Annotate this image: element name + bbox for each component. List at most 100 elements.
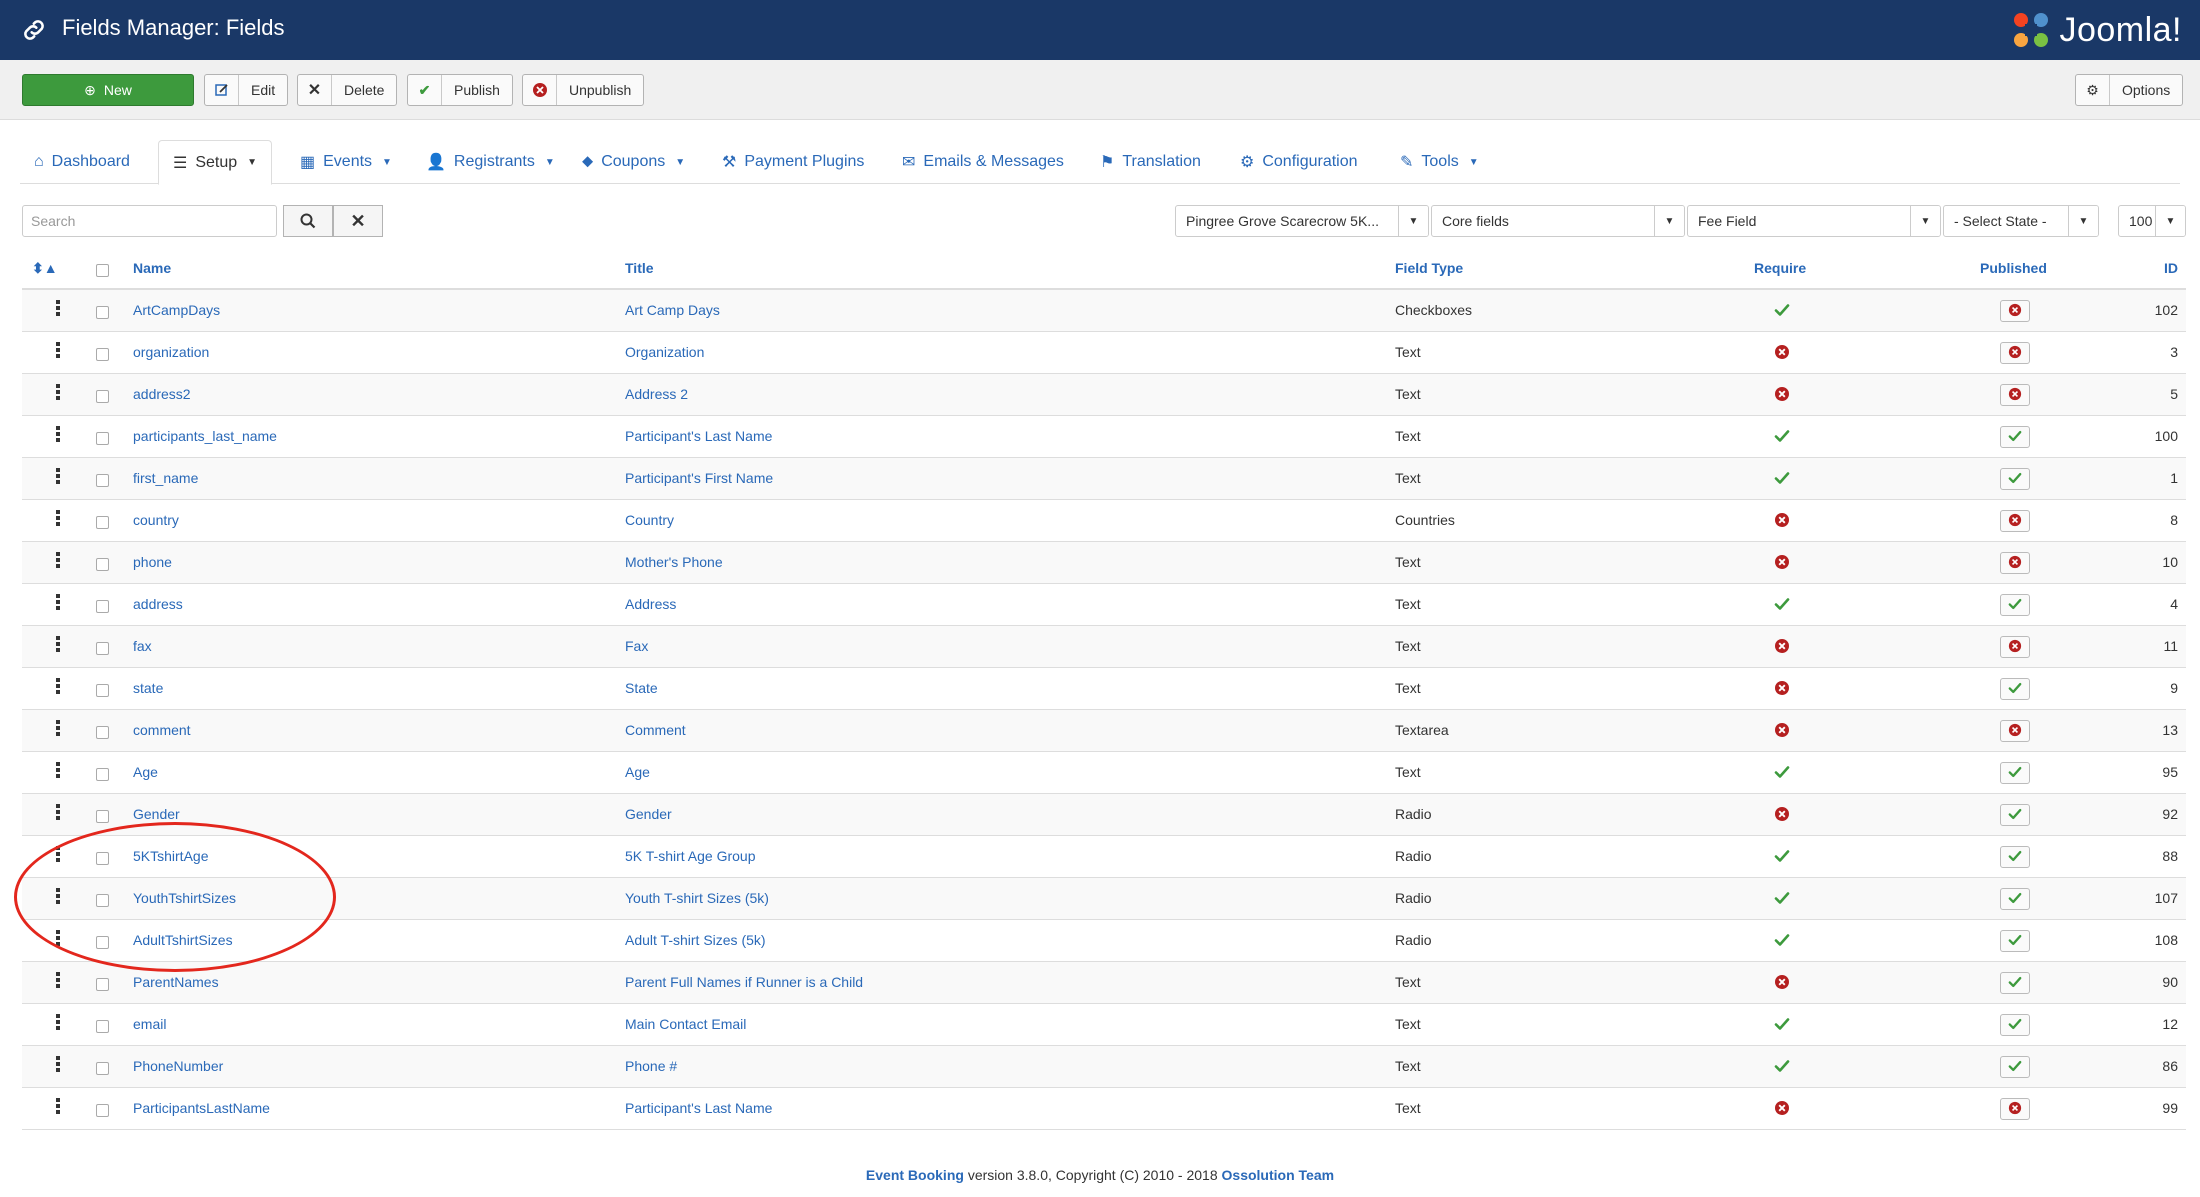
row-checkbox[interactable] bbox=[96, 390, 109, 403]
nav-registrants[interactable]: 👤 Registrants ▼ bbox=[412, 140, 569, 184]
field-title-link[interactable]: Address 2 bbox=[625, 386, 688, 402]
row-checkbox[interactable] bbox=[96, 1020, 109, 1033]
state-filter-select[interactable]: - Select State - ▼ bbox=[1943, 205, 2099, 237]
row-checkbox[interactable] bbox=[96, 936, 109, 949]
required-check-icon[interactable] bbox=[1774, 428, 1790, 444]
field-title-link[interactable]: Country bbox=[625, 512, 674, 528]
row-checkbox[interactable] bbox=[96, 642, 109, 655]
published-toggle[interactable] bbox=[2000, 930, 2030, 952]
field-name-link[interactable]: comment bbox=[133, 722, 191, 738]
field-name-link[interactable]: participants_last_name bbox=[133, 428, 277, 444]
field-title-link[interactable]: Youth T-shirt Sizes (5k) bbox=[625, 890, 769, 906]
search-button[interactable] bbox=[283, 205, 333, 237]
row-checkbox[interactable] bbox=[96, 1062, 109, 1075]
nav-configuration[interactable]: ⚙ Configuration bbox=[1226, 140, 1372, 184]
published-toggle[interactable] bbox=[2000, 468, 2030, 490]
published-toggle[interactable] bbox=[2000, 1014, 2030, 1036]
drag-handle-icon[interactable] bbox=[56, 1098, 60, 1116]
unpublished-toggle[interactable] bbox=[2000, 1098, 2030, 1120]
required-check-icon[interactable] bbox=[1774, 932, 1790, 948]
nav-payment-plugins[interactable]: ⚒ Payment Plugins bbox=[708, 140, 878, 184]
clear-search-button[interactable]: ✕ bbox=[333, 205, 383, 237]
row-checkbox[interactable] bbox=[96, 306, 109, 319]
field-name-link[interactable]: YouthTshirtSizes bbox=[133, 890, 236, 906]
field-title-link[interactable]: 5K T-shirt Age Group bbox=[625, 848, 755, 864]
required-check-icon[interactable] bbox=[1774, 470, 1790, 486]
field-name-link[interactable]: ArtCampDays bbox=[133, 302, 220, 318]
field-title-link[interactable]: Gender bbox=[625, 806, 672, 822]
check-all-checkbox[interactable] bbox=[96, 264, 109, 277]
field-title-link[interactable]: Participant's First Name bbox=[625, 470, 773, 486]
not-required-x-icon[interactable] bbox=[1774, 638, 1790, 654]
field-name-link[interactable]: state bbox=[133, 680, 163, 696]
not-required-x-icon[interactable] bbox=[1774, 806, 1790, 822]
field-title-link[interactable]: Participant's Last Name bbox=[625, 428, 772, 444]
drag-handle-icon[interactable] bbox=[56, 384, 60, 402]
drag-handle-icon[interactable] bbox=[56, 762, 60, 780]
published-toggle[interactable] bbox=[2000, 804, 2030, 826]
unpublished-toggle[interactable] bbox=[2000, 636, 2030, 658]
row-checkbox[interactable] bbox=[96, 684, 109, 697]
category-filter-select[interactable]: Core fields ▼ bbox=[1431, 205, 1685, 237]
field-title-link[interactable]: State bbox=[625, 680, 658, 696]
drag-handle-icon[interactable] bbox=[56, 552, 60, 570]
field-title-link[interactable]: Participant's Last Name bbox=[625, 1100, 772, 1116]
published-toggle[interactable] bbox=[2000, 888, 2030, 910]
not-required-x-icon[interactable] bbox=[1774, 386, 1790, 402]
drag-handle-icon[interactable] bbox=[56, 930, 60, 948]
col-published[interactable]: Published bbox=[1980, 260, 2047, 276]
drag-handle-icon[interactable] bbox=[56, 510, 60, 528]
required-check-icon[interactable] bbox=[1774, 764, 1790, 780]
col-name[interactable]: Name bbox=[133, 260, 171, 276]
field-name-link[interactable]: phone bbox=[133, 554, 172, 570]
field-title-link[interactable]: Fax bbox=[625, 638, 648, 654]
drag-handle-icon[interactable] bbox=[56, 678, 60, 696]
published-toggle[interactable] bbox=[2000, 846, 2030, 868]
fee-filter-select[interactable]: Fee Field ▼ bbox=[1687, 205, 1941, 237]
field-name-link[interactable]: first_name bbox=[133, 470, 198, 486]
row-checkbox[interactable] bbox=[96, 432, 109, 445]
not-required-x-icon[interactable] bbox=[1774, 1100, 1790, 1116]
delete-button[interactable]: ✕ Delete bbox=[297, 74, 398, 106]
row-checkbox[interactable] bbox=[96, 516, 109, 529]
published-toggle[interactable] bbox=[2000, 972, 2030, 994]
unpublished-toggle[interactable] bbox=[2000, 300, 2030, 322]
field-title-link[interactable]: Age bbox=[625, 764, 650, 780]
unpublished-toggle[interactable] bbox=[2000, 720, 2030, 742]
field-name-link[interactable]: email bbox=[133, 1016, 166, 1032]
published-toggle[interactable] bbox=[2000, 594, 2030, 616]
drag-handle-icon[interactable] bbox=[56, 636, 60, 654]
row-checkbox[interactable] bbox=[96, 852, 109, 865]
edit-button[interactable]: Edit bbox=[204, 74, 289, 106]
drag-handle-icon[interactable] bbox=[56, 342, 60, 360]
nav-events[interactable]: ▦ Events ▼ bbox=[286, 140, 406, 184]
not-required-x-icon[interactable] bbox=[1774, 722, 1790, 738]
nav-dashboard[interactable]: ⌂ Dashboard bbox=[20, 140, 144, 184]
field-name-link[interactable]: PhoneNumber bbox=[133, 1058, 223, 1074]
field-name-link[interactable]: country bbox=[133, 512, 179, 528]
not-required-x-icon[interactable] bbox=[1774, 344, 1790, 360]
field-name-link[interactable]: organization bbox=[133, 344, 209, 360]
required-check-icon[interactable] bbox=[1774, 1016, 1790, 1032]
row-checkbox[interactable] bbox=[96, 978, 109, 991]
joomla-logo[interactable]: Joomla! bbox=[2009, 6, 2182, 54]
published-toggle[interactable] bbox=[2000, 678, 2030, 700]
drag-handle-icon[interactable] bbox=[56, 468, 60, 486]
field-name-link[interactable]: fax bbox=[133, 638, 152, 654]
published-toggle[interactable] bbox=[2000, 426, 2030, 448]
field-name-link[interactable]: Gender bbox=[133, 806, 180, 822]
field-name-link[interactable]: Age bbox=[133, 764, 158, 780]
row-checkbox[interactable] bbox=[96, 726, 109, 739]
field-title-link[interactable]: Comment bbox=[625, 722, 686, 738]
field-title-link[interactable]: Address bbox=[625, 596, 676, 612]
row-checkbox[interactable] bbox=[96, 600, 109, 613]
field-title-link[interactable]: Organization bbox=[625, 344, 704, 360]
field-name-link[interactable]: address2 bbox=[133, 386, 191, 402]
drag-handle-icon[interactable] bbox=[56, 972, 60, 990]
nav-tools[interactable]: ✎ Tools ▼ bbox=[1386, 140, 1493, 184]
required-check-icon[interactable] bbox=[1774, 890, 1790, 906]
published-toggle[interactable] bbox=[2000, 762, 2030, 784]
field-name-link[interactable]: address bbox=[133, 596, 183, 612]
unpublished-toggle[interactable] bbox=[2000, 342, 2030, 364]
footer-product-link[interactable]: Event Booking bbox=[866, 1167, 964, 1183]
